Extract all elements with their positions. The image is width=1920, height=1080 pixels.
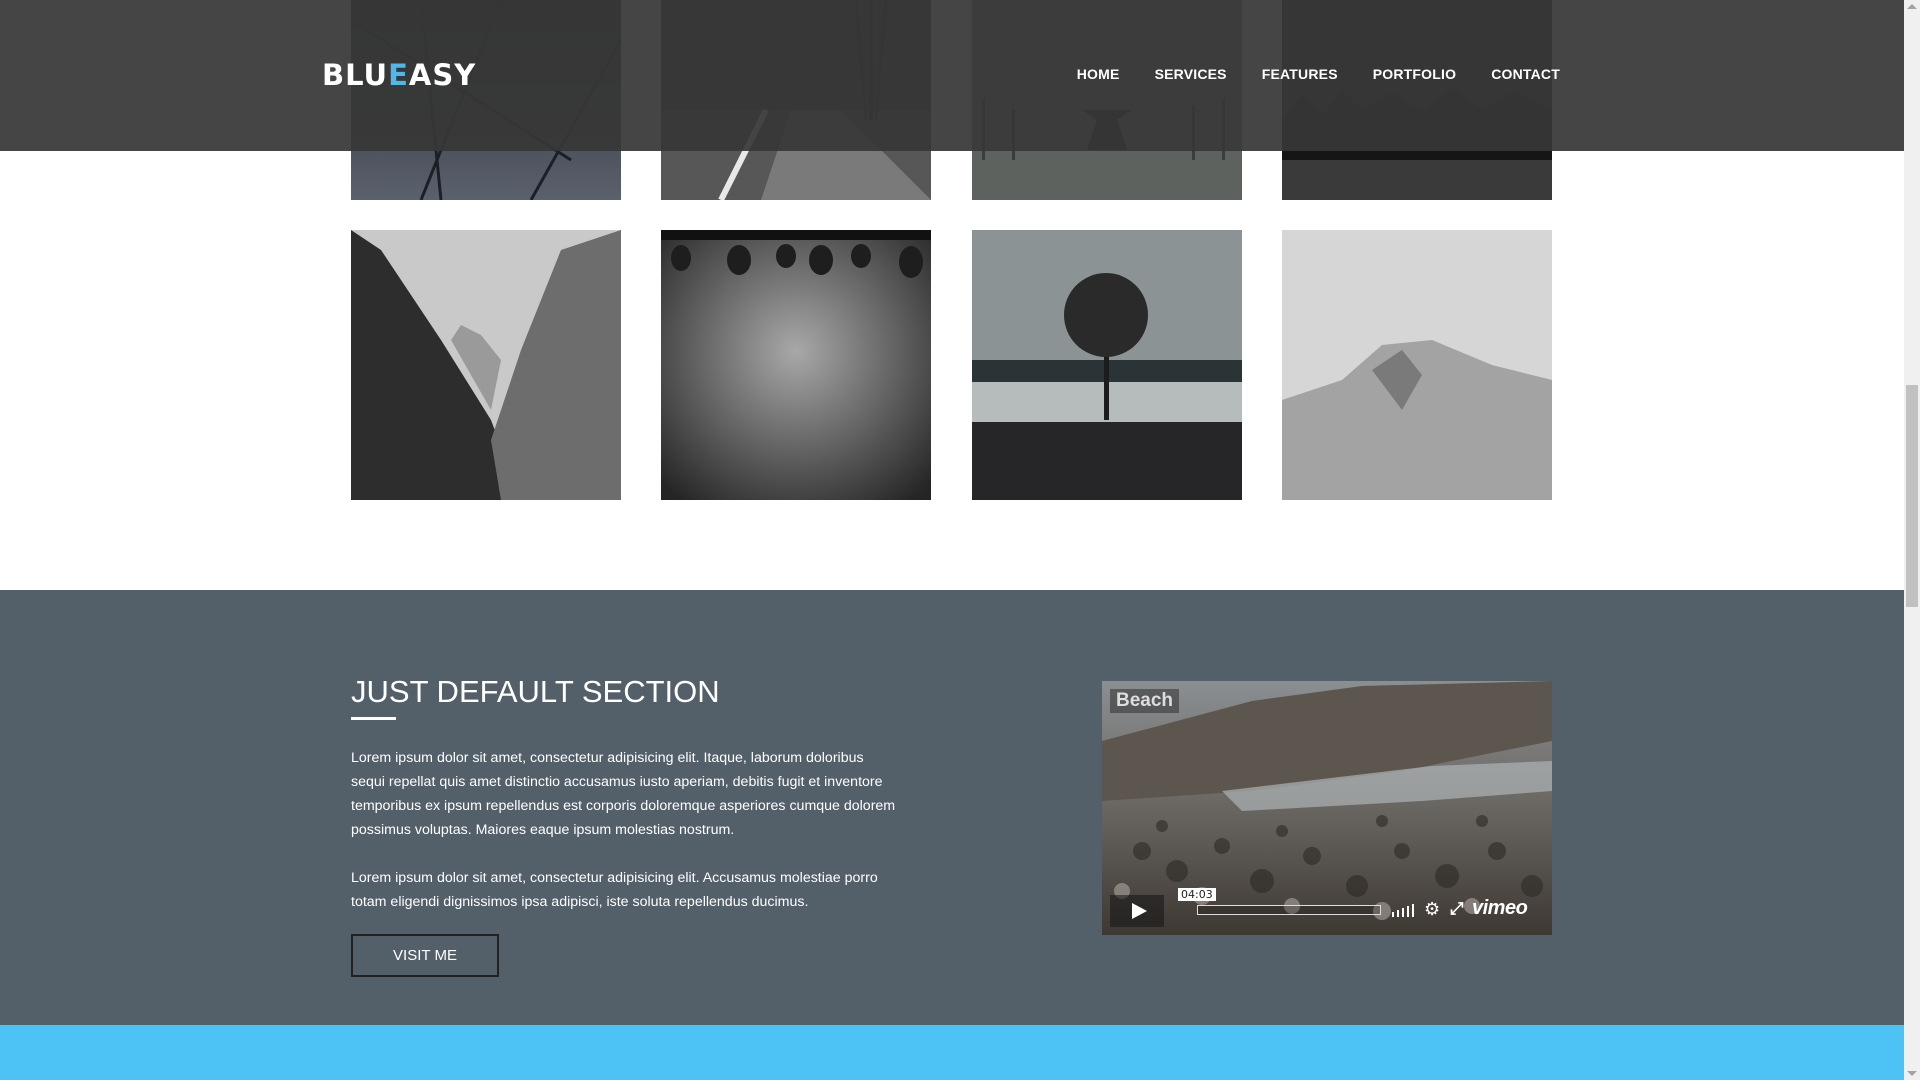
default-section: JUST DEFAULT SECTION Lorem ipsum dolor s… <box>0 590 1904 1025</box>
main-nav: HOME SERVICES FEATURES PORTFOLIO CONTACT <box>1077 66 1560 82</box>
scroll-up-arrow-icon[interactable] <box>1907 4 1917 9</box>
nav-portfolio[interactable]: PORTFOLIO <box>1373 66 1456 82</box>
vimeo-logo[interactable]: vimeo <box>1472 897 1528 920</box>
fullscreen-icon[interactable]: ⤢ <box>1450 899 1464 919</box>
video-progress-bar[interactable] <box>1197 905 1381 915</box>
scroll-down-arrow-icon[interactable] <box>1907 1071 1917 1076</box>
section-paragraph-2: Lorem ipsum dolor sit amet, consectetur … <box>351 870 878 910</box>
site-header: BLUEASY HOME SERVICES FEATURES PORTFOLIO… <box>0 0 1904 151</box>
play-button[interactable] <box>1110 895 1164 927</box>
page: BLUEASY HOME SERVICES FEATURES PORTFOLIO… <box>0 0 1904 1080</box>
footer-band <box>0 1025 1904 1080</box>
title-underline <box>351 717 396 720</box>
section-title: JUST DEFAULT SECTION <box>351 674 720 709</box>
portfolio-image-lone-tree[interactable] <box>972 230 1242 500</box>
volume-icon[interactable] <box>1392 903 1416 917</box>
video-duration: 04:03 <box>1178 888 1216 901</box>
video-controls: 04:03 ⚙ ⤢ vimeo <box>1102 887 1552 935</box>
video-title[interactable]: Beach <box>1110 689 1180 713</box>
portfolio-image-frosted-hill[interactable] <box>1282 230 1552 500</box>
logo-text-end: ASY <box>408 58 477 92</box>
scrollbar-thumb[interactable] <box>1906 385 1918 607</box>
logo-accent-letter: E <box>388 58 409 92</box>
page-scrollbar[interactable] <box>1904 0 1920 1080</box>
section-paragraph-1: Lorem ipsum dolor sit amet, consectetur … <box>351 750 896 838</box>
site-logo[interactable]: BLUEASY <box>322 58 476 92</box>
nav-services[interactable]: SERVICES <box>1155 66 1227 82</box>
nav-contact[interactable]: CONTACT <box>1491 66 1560 82</box>
visit-me-button[interactable]: VISIT ME <box>351 934 499 977</box>
portfolio-image-valley[interactable] <box>351 230 621 500</box>
nav-features[interactable]: FEATURES <box>1262 66 1338 82</box>
logo-text-start: BLU <box>322 58 389 92</box>
nav-home[interactable]: HOME <box>1077 66 1120 82</box>
portfolio-image-water-drops[interactable] <box>661 230 931 500</box>
settings-gear-icon[interactable]: ⚙ <box>1424 899 1440 920</box>
vimeo-video-player[interactable]: Beach 04:03 ⚙ ⤢ vimeo <box>1102 681 1552 935</box>
